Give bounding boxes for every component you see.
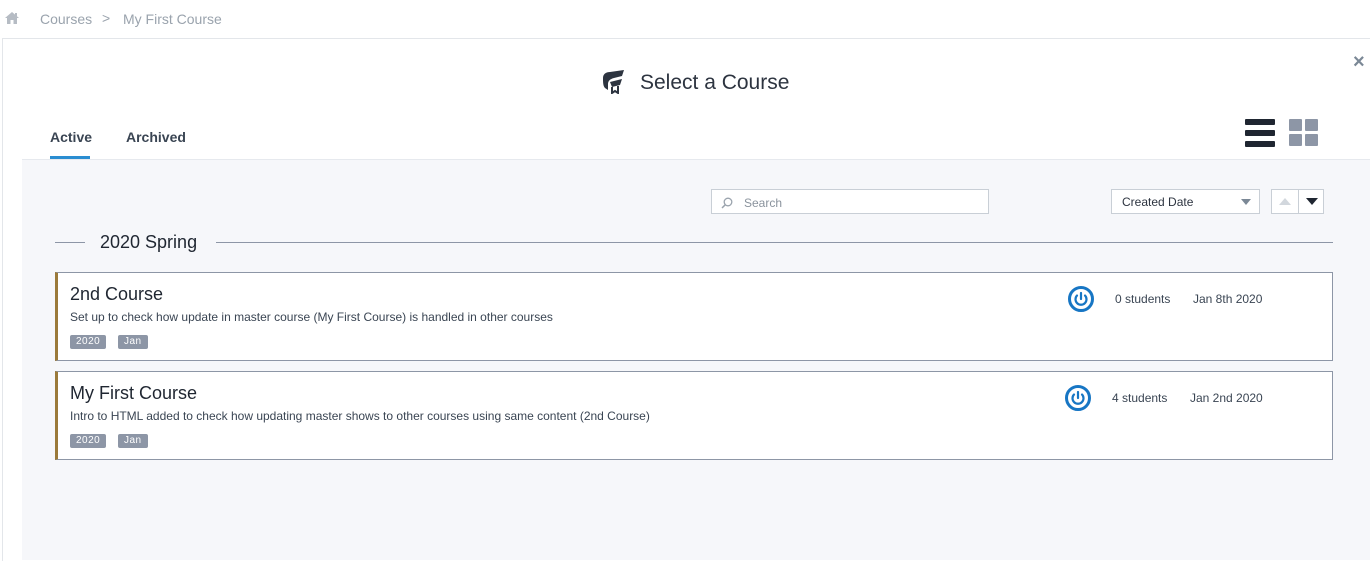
- student-count: 0 students: [1115, 292, 1171, 306]
- breadcrumb-separator: >: [102, 10, 111, 26]
- close-icon[interactable]: ×: [1353, 52, 1365, 72]
- power-icon[interactable]: [1068, 286, 1094, 312]
- search-box: [711, 189, 989, 214]
- sort-descending-button[interactable]: [1299, 190, 1324, 213]
- breadcrumb-courses[interactable]: Courses: [40, 11, 92, 27]
- search-icon: [721, 196, 733, 209]
- sort-ascending-button[interactable]: [1272, 190, 1299, 213]
- sort-selected-label: Created Date: [1122, 195, 1194, 209]
- modal-header: Select a Course: [600, 68, 789, 98]
- modal-title: Select a Course: [640, 71, 790, 94]
- course-description: Intro to HTML added to check how updatin…: [70, 409, 650, 423]
- grid-view-icon[interactable]: [1289, 118, 1319, 148]
- chevron-down-icon: [1241, 199, 1251, 205]
- course-tag-month: Jan: [118, 434, 148, 448]
- tab-archived[interactable]: Archived: [126, 129, 186, 145]
- group-divider-right: [216, 242, 1333, 243]
- course-date: Jan 8th 2020: [1193, 292, 1263, 306]
- course-title: 2nd Course: [70, 284, 164, 304]
- graduation-cap-icon: [600, 68, 628, 99]
- home-icon[interactable]: [4, 10, 20, 26]
- student-count: 4 students: [1112, 391, 1168, 405]
- search-input[interactable]: [742, 192, 986, 213]
- power-icon[interactable]: [1065, 385, 1091, 411]
- sort-direction-buttons: [1271, 189, 1324, 214]
- breadcrumb: Courses > My First Course: [0, 0, 1370, 38]
- course-date: Jan 2nd 2020: [1190, 391, 1263, 405]
- course-description: Set up to check how update in master cou…: [70, 310, 553, 324]
- list-view-icon[interactable]: [1245, 118, 1275, 148]
- group-title: 2020 Spring: [100, 232, 198, 252]
- course-title: My First Course: [70, 383, 198, 403]
- course-tag-month: Jan: [118, 335, 148, 349]
- course-card[interactable]: 2nd Course Set up to check how update in…: [55, 272, 1333, 361]
- course-card[interactable]: My First Course Intro to HTML added to c…: [55, 371, 1333, 460]
- course-tag-year: 2020: [70, 434, 107, 448]
- tab-active[interactable]: Active: [50, 129, 92, 145]
- group-divider-left: [55, 242, 85, 243]
- sort-dropdown[interactable]: Created Date: [1111, 189, 1260, 214]
- breadcrumb-current: My First Course: [123, 11, 222, 27]
- course-tag-year: 2020: [70, 335, 107, 349]
